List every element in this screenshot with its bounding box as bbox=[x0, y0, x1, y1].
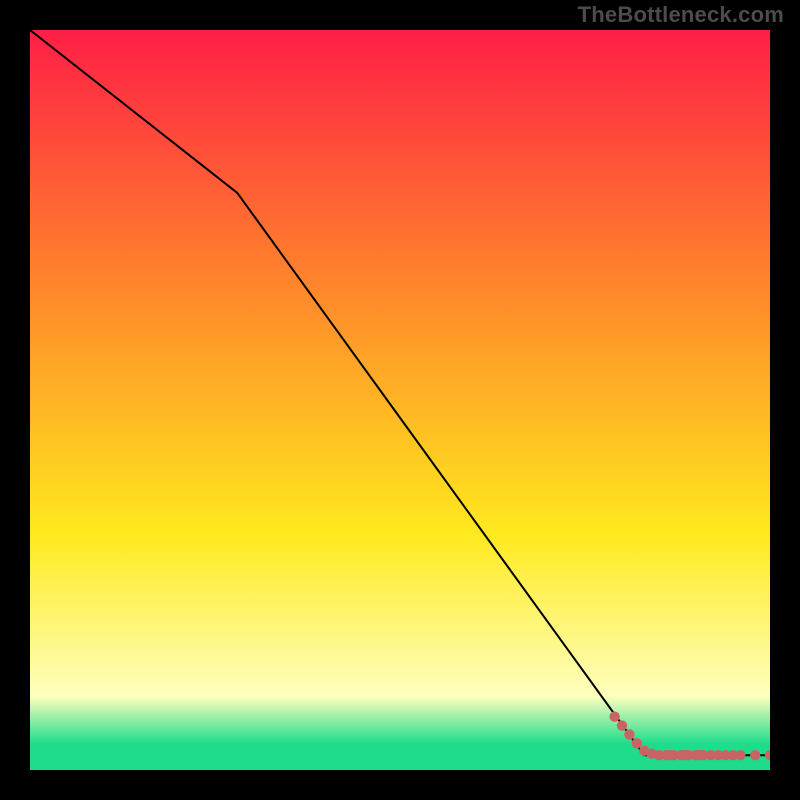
chart-stage: TheBottleneck.com bbox=[0, 0, 800, 800]
data-point bbox=[735, 750, 745, 760]
data-point bbox=[750, 750, 760, 760]
gradient-background bbox=[30, 30, 770, 770]
chart-svg bbox=[30, 30, 770, 770]
data-point bbox=[609, 712, 619, 722]
watermark-text: TheBottleneck.com bbox=[578, 2, 784, 28]
data-point bbox=[624, 729, 634, 739]
data-point bbox=[632, 738, 642, 748]
data-point bbox=[617, 720, 627, 730]
plot-area bbox=[30, 30, 770, 770]
